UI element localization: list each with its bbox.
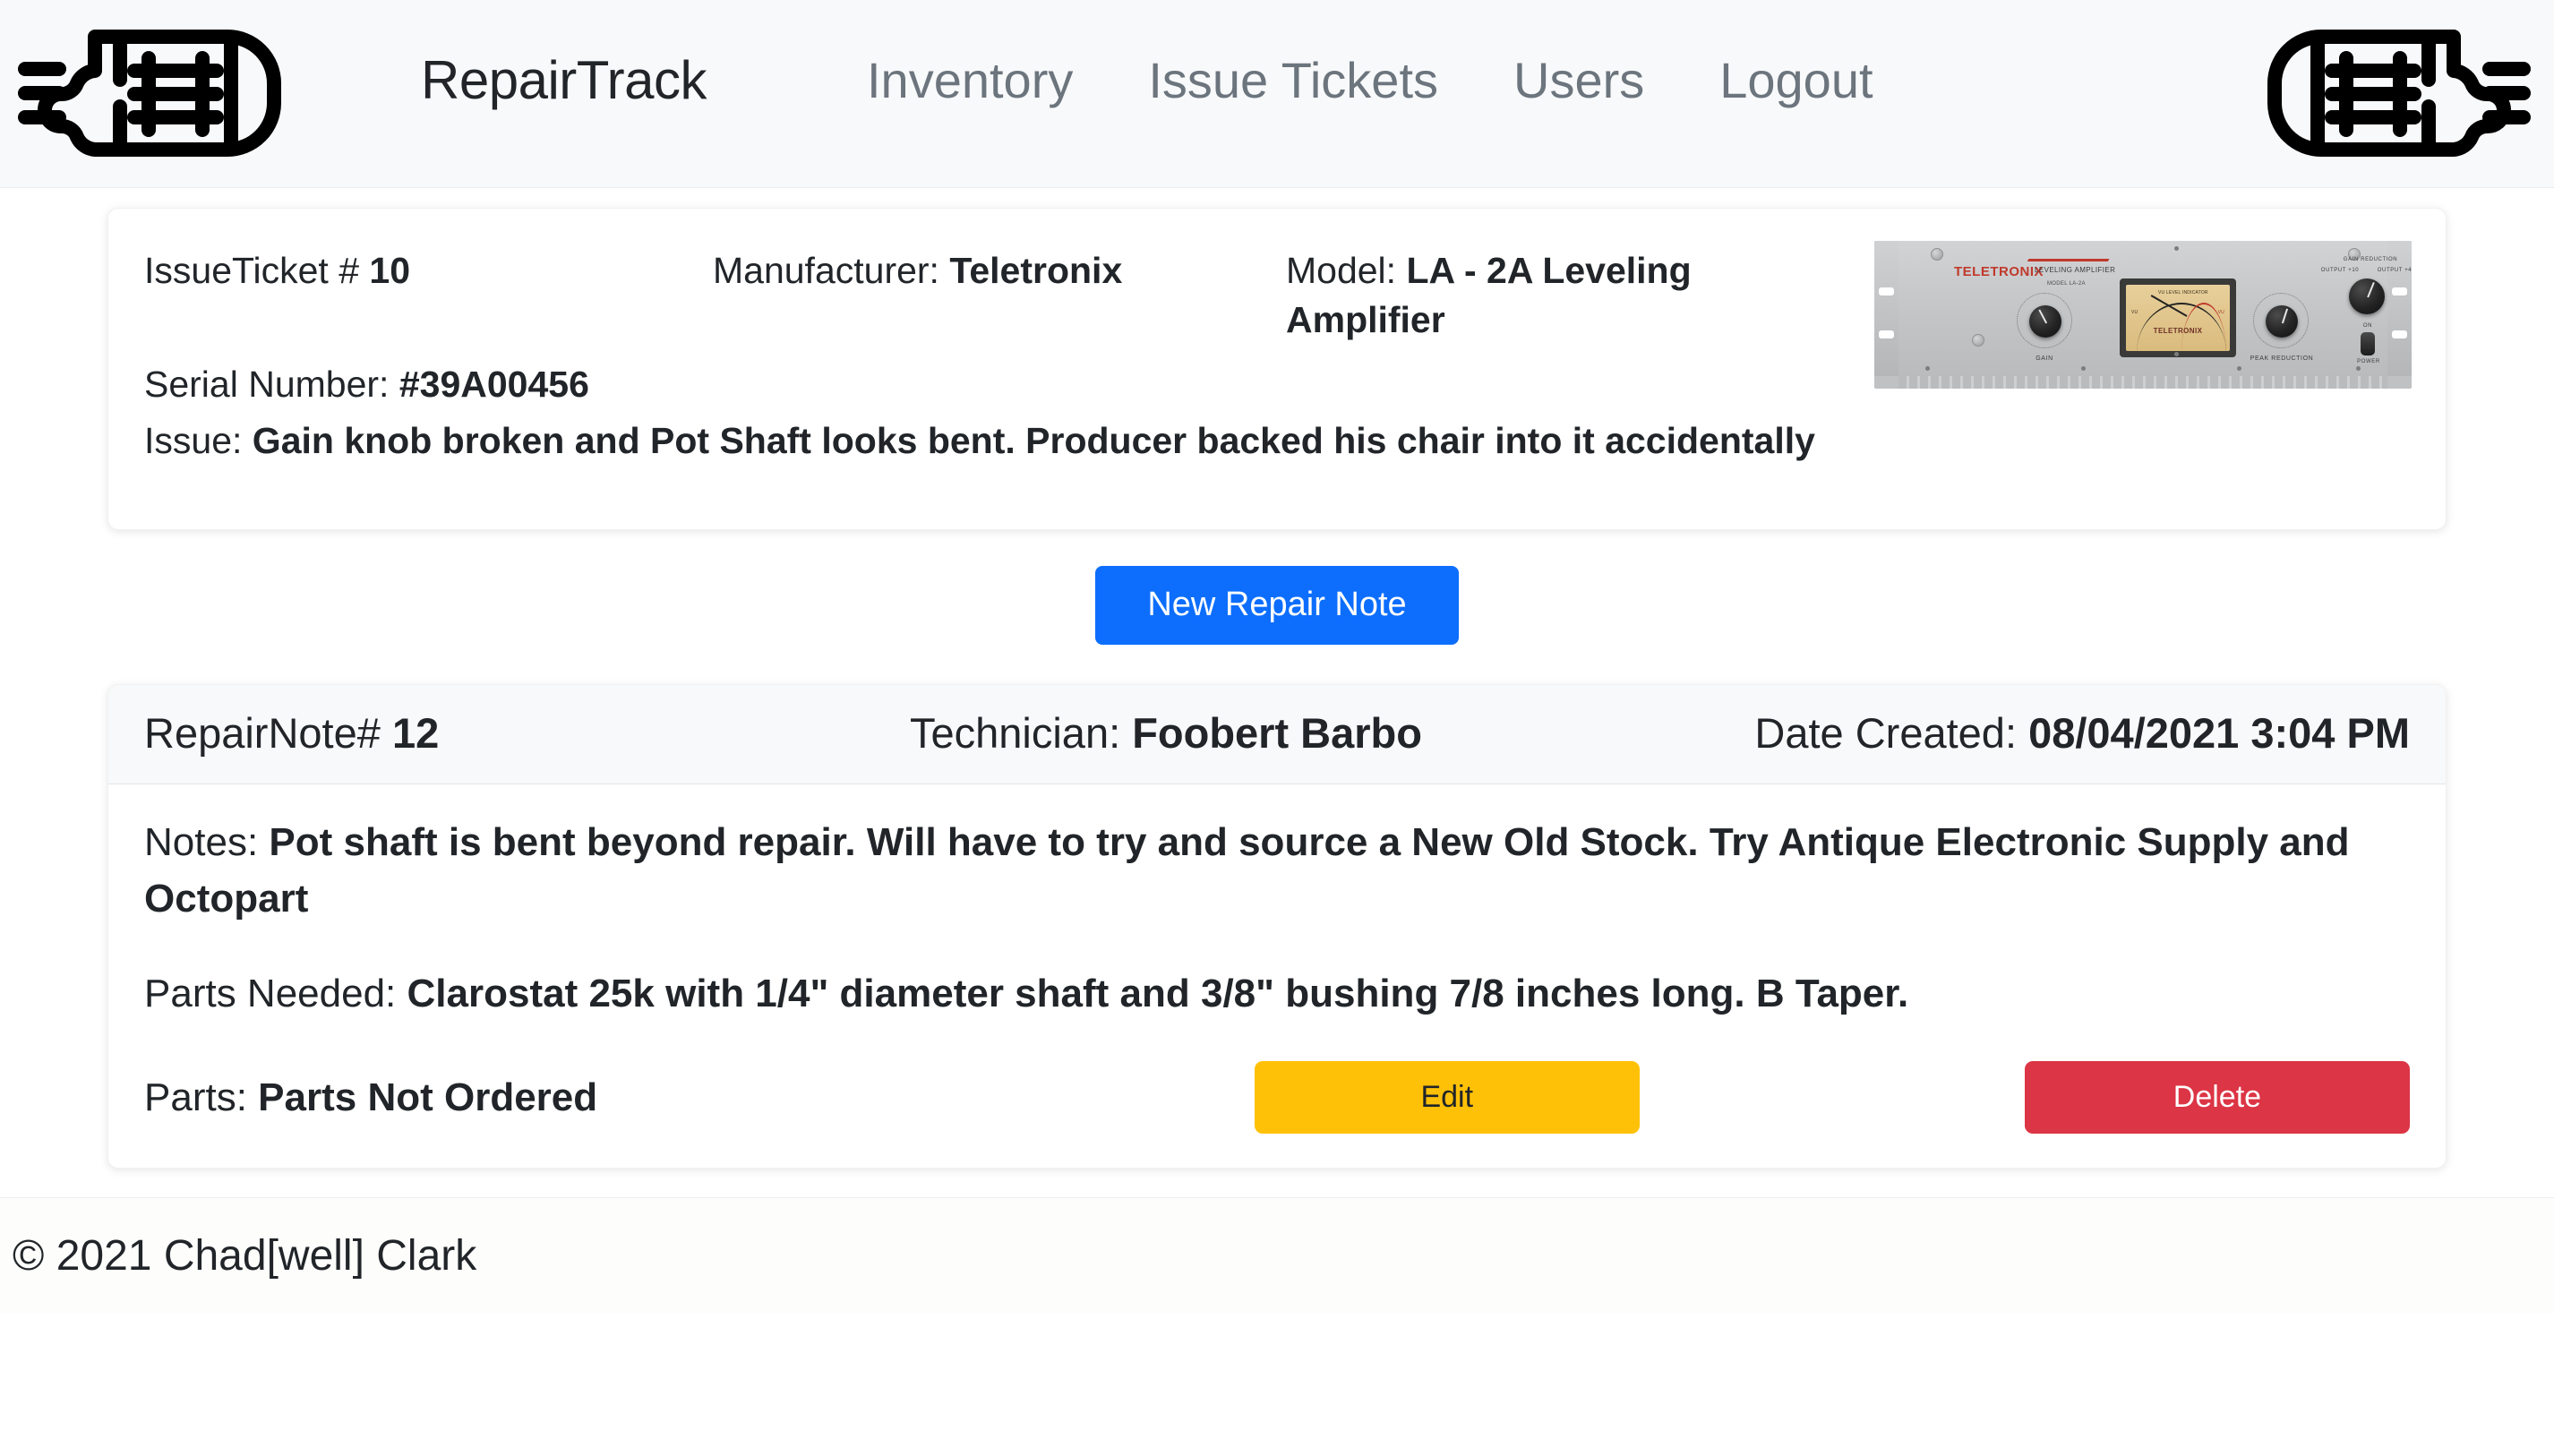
device-image: TELETRONIX LEVELING AMPLIFIER MODEL LA-2… [1874, 241, 2412, 389]
nav-link-inventory[interactable]: Inventory [853, 56, 1110, 106]
vu-title: VU LEVEL INDICATOR [2158, 290, 2208, 295]
vu-meter: VU LEVEL INDICATOR VU VU TELETRONIX [2120, 278, 2236, 357]
parts-status: Parts: Parts Not Ordered [144, 1075, 1255, 1122]
edit-button[interactable]: Edit [1254, 1061, 1640, 1135]
copyright-text: © 2021 Chad[well] Clark [13, 1231, 477, 1280]
serial-number-label: Serial Number: [144, 363, 390, 405]
notes-value: Pot shaft is bent beyond repair. Will ha… [144, 820, 2350, 921]
issue-ticket-card: IssueTicket # 10 Manufacturer: Teletroni… [107, 208, 2447, 530]
parts-needed-field: Parts Needed: Clarostat 25k with 1/4" di… [144, 966, 2410, 1022]
peak-reduction-label: PEAK REDUCTION [2250, 355, 2314, 362]
parts-value: Parts Not Ordered [258, 1075, 598, 1119]
device-subtitle: LEVELING AMPLIFIER [2035, 266, 2116, 274]
manufacturer-field: Manufacturer: Teletronix [713, 246, 1286, 346]
manufacturer-value: Teletronix [949, 250, 1123, 291]
main-navbar: RepairTrack Inventory Issue Tickets User… [0, 0, 2554, 188]
manufacturer-label: Manufacturer: [713, 250, 939, 291]
date-created-label: Date Created: [1754, 708, 2018, 757]
nav-link-logout[interactable]: Logout [1682, 56, 1910, 106]
page-content: IssueTicket # 10 Manufacturer: Teletroni… [0, 208, 2554, 1169]
ticket-number-field: IssueTicket # 10 [144, 246, 713, 346]
new-repair-note-button[interactable]: New Repair Note [1095, 566, 1459, 645]
vu-logo: TELETRONIX [2153, 327, 2203, 335]
brand-logo-left[interactable] [16, 23, 330, 167]
repair-note-number-field: RepairNote# 12 [144, 708, 910, 758]
serial-number-value: #39A00456 [399, 363, 589, 405]
repair-note-card: RepairNote# 12 Technician: Foobert Barbo… [107, 683, 2447, 1169]
device-model-text: MODEL LA-2A [2047, 281, 2086, 287]
nav-links: Inventory Issue Tickets Users Logout [853, 56, 1911, 106]
repair-note-body: Notes: Pot shaft is bent beyond repair. … [108, 784, 2446, 1168]
repair-note-number-label: RepairNote# [144, 708, 381, 757]
nav-link-issue-tickets[interactable]: Issue Tickets [1110, 56, 1476, 106]
gain-reduction-label: GAIN REDUCTION [2343, 257, 2398, 262]
output-left-label: OUTPUT +10 [2320, 268, 2360, 273]
technician-value: Foobert Barbo [1132, 708, 1422, 757]
date-created-field: Date Created: 08/04/2021 3:04 PM [1676, 708, 2410, 758]
power-label: POWER [2357, 359, 2380, 364]
issue-value: Gain knob broken and Pot Shaft looks ben… [252, 420, 1815, 462]
technician-label: Technician: [910, 708, 1121, 757]
issue-label: Issue: [144, 420, 243, 462]
delete-button[interactable]: Delete [2024, 1061, 2410, 1135]
vu-left-label: VU [2131, 310, 2138, 315]
parts-needed-label: Parts Needed: [144, 972, 397, 1016]
repair-note-footer: Parts: Parts Not Ordered Edit Delete [144, 1061, 2410, 1135]
technician-field: Technician: Foobert Barbo [910, 708, 1676, 758]
brand-logo-right [2219, 23, 2533, 167]
new-repair-note-row: New Repair Note [107, 566, 2447, 645]
notes-label: Notes: [144, 820, 259, 865]
parts-needed-value: Clarostat 25k with 1/4" diameter shaft a… [407, 972, 1909, 1016]
page-footer: © 2021 Chad[well] Clark [0, 1197, 2554, 1315]
notes-field: Notes: Pot shaft is bent beyond repair. … [144, 815, 2410, 927]
parts-label: Parts: [144, 1075, 247, 1119]
ticket-number-value: 10 [369, 250, 411, 291]
model-label: Model: [1286, 250, 1397, 291]
output-right-label: OUTPUT +4 [2377, 268, 2412, 273]
vacuum-tube-icon [16, 26, 303, 165]
on-label: ON [2362, 323, 2373, 329]
vacuum-tube-icon [2246, 26, 2533, 165]
date-created-value: 08/04/2021 3:04 PM [2028, 708, 2410, 757]
repair-note-header: RepairNote# 12 Technician: Foobert Barbo… [108, 684, 2446, 785]
gain-label: GAIN [2035, 355, 2053, 362]
nav-link-users[interactable]: Users [1476, 56, 1682, 106]
la2a-front-panel-illustration: TELETRONIX LEVELING AMPLIFIER MODEL LA-2… [1874, 241, 2412, 389]
repair-note-number-value: 12 [391, 708, 440, 757]
issue-field: Issue: Gain knob broken and Pot Shaft lo… [144, 413, 2410, 470]
brand-title[interactable]: RepairTrack [421, 54, 707, 107]
model-field: Model: LA - 2A Leveling Amplifier [1286, 246, 1859, 346]
vu-right-label: VU [2217, 310, 2224, 315]
ticket-number-label: IssueTicket # [144, 250, 360, 291]
